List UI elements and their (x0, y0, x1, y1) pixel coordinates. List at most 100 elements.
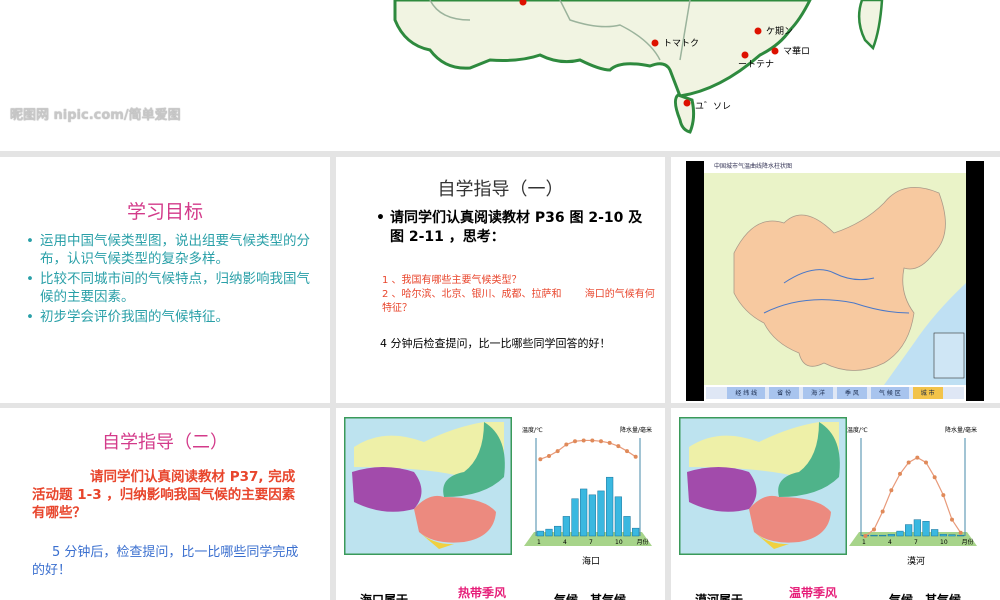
watermark: 昵图网 nipic.com/简单爱图 (10, 108, 181, 123)
temperature-point (872, 527, 876, 532)
instruction: 请同学们认真阅读教材 P37, 完成活动题 1-3 ，归纳影响我国气候的主要因素… (32, 469, 296, 521)
caption: 气候，其气候 (554, 593, 627, 600)
city-label: トマトク (663, 38, 699, 49)
precip-bar (588, 494, 596, 537)
precip-bar (957, 534, 965, 537)
temperature-point (555, 449, 560, 454)
slide-haikou[interactable]: 温度/℃ 降水量/毫米 1 4 7 10 月份 海口 海口属于 热带季风 气候，其气候 (336, 408, 665, 600)
app-window: 中国城市气温曲线降水柱状图 经 纬 线 省 份 海 洋 季 风 气 候 区 城 … (686, 161, 984, 401)
precip-bar (879, 534, 887, 537)
goal-item: 比较不同城市间的气候特点，归纳影响我国气候的主要因素。 (26, 270, 316, 306)
temperature-point (932, 475, 937, 480)
temperature-point (590, 438, 595, 443)
temperature-point (941, 493, 946, 498)
slide-app-screenshot[interactable]: 中国城市气温曲线降水柱状图 经 纬 线 省 份 海 洋 季 风 气 候 区 城 … (671, 157, 1000, 403)
city-label: マ華ロ (783, 45, 810, 57)
precip-bar (939, 534, 947, 537)
highland-region (687, 467, 757, 512)
highland-region (352, 467, 422, 512)
temperature-point (564, 442, 569, 447)
footer-note: 5 分钟后，检查提问，比一比哪些同学完成的好！ (32, 545, 299, 578)
precip-bar (580, 488, 588, 537)
x-tick-label: 1 (537, 539, 541, 546)
precip-bar (948, 534, 956, 537)
layer-button-monsoon[interactable]: 季 风 (837, 387, 867, 399)
precip-bar (931, 529, 939, 537)
china-south-map: トマトク ケ期ン マ華ロ ートテナ ユ゛ソレ (393, 0, 884, 134)
china-city-map (704, 173, 966, 385)
temperature-point (538, 457, 543, 462)
right-axis-label: 降水量/毫米 (945, 426, 977, 434)
city-label: ケ期ン (766, 26, 793, 37)
precip-bar (536, 530, 544, 537)
x-tick-label: 7 (914, 539, 918, 546)
left-axis-label: 温度/℃ (522, 426, 543, 434)
temperature-point (863, 534, 868, 538)
precip-bar (606, 476, 614, 537)
goal-item: 运用中国气候类型图，说出组要气候类型的分布，认识气候类型的复杂多样。 (26, 232, 316, 268)
slide-self-study-2[interactable]: 自学指导（二） 请同学们认真阅读教材 P37, 完成活动题 1-3 ，归纳影响我… (0, 408, 330, 600)
precip-bar (896, 530, 904, 537)
temperature-point (898, 471, 902, 476)
answer-text: 温带季风 (789, 586, 838, 600)
caption: 海口属于 (360, 593, 409, 600)
temperature-point (581, 438, 586, 443)
instruction: 请同学们认真阅读教材 P36 图 2-10 及图 2-11 ，思考： (376, 209, 656, 247)
answer-text: 热带季风 (458, 586, 507, 600)
question: 1 、我国有哪些主要气候类型？ (382, 275, 522, 286)
left-axis-label: 温度/℃ (847, 426, 868, 434)
temperature-point (924, 460, 928, 465)
precip-bar (562, 516, 570, 537)
precip-bar (545, 528, 553, 537)
x-tick-label: 4 (563, 539, 567, 546)
temperature-point (958, 530, 963, 535)
x-tick-label: 4 (888, 539, 892, 546)
temperature-point (633, 454, 638, 459)
temperature-line (540, 439, 636, 460)
slide-self-study-1[interactable]: 自学指导（一） 请同学们认真阅读教材 P36 图 2-10 及图 2-11 ，思… (336, 157, 665, 403)
x-tick-label: 7 (589, 539, 593, 546)
slide-mohe[interactable]: 温度/℃ 降水量/毫米 1 4 7 10 月份 漠河 漠河属于 温带季风 气候，其气候 (671, 408, 1000, 600)
climate-chart-mohe: 温度/℃ 降水量/毫米 1 4 7 10 月份漠河 (847, 426, 977, 567)
footer-note: 4 分钟后检查提问，比一比哪些同学回答的好！ (380, 337, 611, 350)
chart-title: 漠河 (907, 555, 925, 567)
precip-bar (571, 498, 579, 537)
temperature-point (906, 460, 911, 465)
climate-chart-haikou: 温度/℃ 降水量/毫米 1 4 7 10 月份海口 (522, 426, 652, 567)
temperature-point (616, 444, 621, 449)
slide-learning-goals[interactable]: 学习目标 运用中国气候类型图，说出组要气候类型的分布，认识气候类型的复杂多样。 … (0, 157, 330, 403)
precip-bar (870, 534, 878, 537)
temperature-point (625, 449, 629, 454)
x-tick-label: 月份 (962, 538, 974, 546)
temperature-line (864, 456, 962, 537)
slide-map-fragment[interactable]: トマトク ケ期ン マ華ロ ートテナ ユ゛ソレ 昵图网 nipic.com/简单爱… (0, 0, 1000, 151)
precip-bar (913, 519, 921, 537)
caption: 气候，其气候 (889, 593, 962, 600)
precip-bar (887, 534, 895, 537)
temperature-point (950, 517, 954, 522)
goal-list: 运用中国气候类型图，说出组要气候类型的分布，认识气候类型的复杂多样。 比较不同城… (26, 232, 316, 328)
x-tick-label: 月份 (637, 538, 649, 546)
goal-item: 初步学会评价我国的气候特征。 (26, 308, 316, 326)
caption: 漠河属于 (695, 593, 744, 600)
temperature-point (915, 455, 920, 460)
temperature-point (599, 439, 603, 444)
temperature-point (573, 439, 577, 444)
precip-bar (623, 516, 631, 537)
precip-bar (597, 490, 605, 537)
layer-button-graticule[interactable]: 经 纬 线 (727, 387, 766, 399)
chart-title: 海口 (582, 555, 600, 567)
precip-bar (614, 496, 622, 537)
climate-map (344, 417, 512, 555)
layer-button-climate[interactable]: 气 候 区 (870, 387, 909, 399)
x-tick-label: 1 (862, 539, 866, 546)
slide-title: 学习目标 (126, 201, 203, 223)
temperature-point (880, 509, 885, 514)
layer-button-oceans[interactable]: 海 洋 (803, 387, 833, 399)
layer-button-provinces[interactable]: 省 份 (769, 387, 800, 399)
precip-bar (905, 524, 913, 537)
precip-bar (922, 521, 930, 537)
layer-button-cities[interactable]: 城 市 (912, 387, 943, 399)
city-label: ートテナ (738, 59, 774, 70)
precip-bar (632, 527, 640, 537)
